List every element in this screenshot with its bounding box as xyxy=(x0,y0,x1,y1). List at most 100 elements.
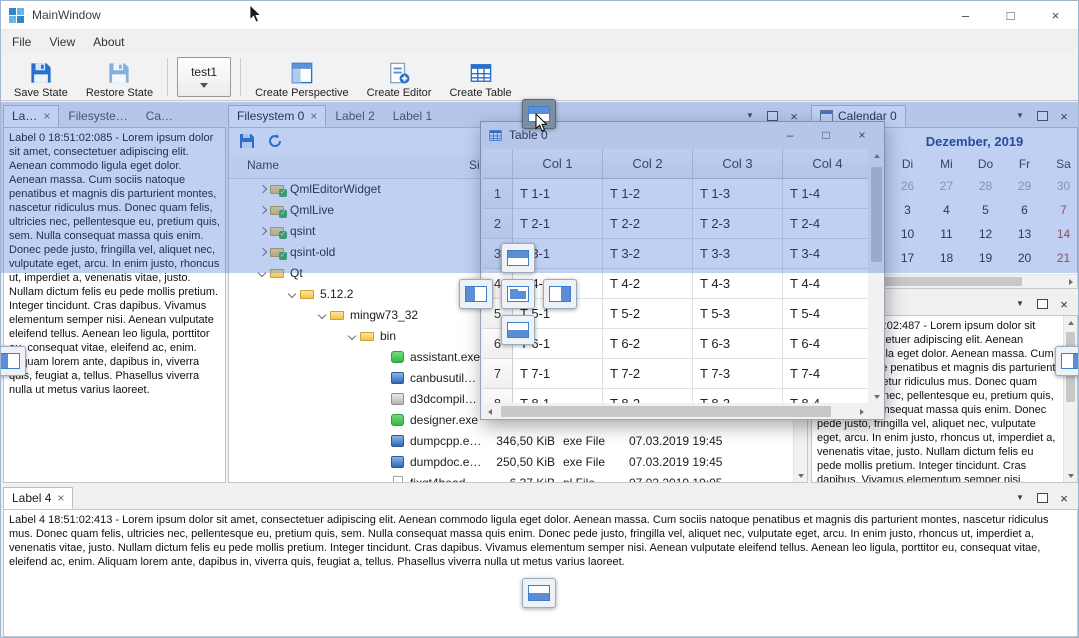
dock-bottom-icon xyxy=(528,585,550,601)
float-button[interactable] xyxy=(1035,491,1049,505)
table-cell[interactable]: T 6-2 xyxy=(603,329,693,359)
file-icon xyxy=(389,349,406,365)
scroll-right-icon[interactable] xyxy=(860,409,864,415)
file-icon xyxy=(389,370,406,386)
scrollbar-thumb[interactable] xyxy=(882,277,1022,286)
scroll-down-icon[interactable] xyxy=(798,474,804,478)
table-cell[interactable]: T 6-4 xyxy=(783,329,868,359)
scroll-left-icon[interactable] xyxy=(488,409,492,415)
create-table-button[interactable]: Create Table xyxy=(440,55,520,99)
scroll-up-icon[interactable] xyxy=(1068,321,1074,325)
scroll-down-icon[interactable] xyxy=(1068,474,1074,478)
save-state-button[interactable]: Save State xyxy=(5,55,77,99)
float-button[interactable] xyxy=(1035,297,1049,311)
float-icon xyxy=(1037,299,1048,309)
drop-indicator-left-edge[interactable] xyxy=(0,346,26,376)
dock-bottom-icon xyxy=(507,322,529,338)
scrollbar-thumb[interactable] xyxy=(501,406,831,417)
window-titlebar[interactable]: MainWindow – □ × xyxy=(1,1,1078,30)
table-cell[interactable]: T 5-4 xyxy=(783,299,868,329)
perspective-combobox[interactable]: test1 xyxy=(177,57,231,97)
restore-state-button[interactable]: Restore State xyxy=(77,55,162,99)
tree-row[interactable]: fixqt4head… 6,37 KiB pl File 07.03.2019 … xyxy=(229,472,793,482)
save-icon xyxy=(30,62,52,84)
tabs-menu-button[interactable]: ▼ xyxy=(1013,297,1027,311)
table-row: 8 T 8-1 T 8-2 T 8-3 T 8-4 xyxy=(483,389,868,403)
file-icon xyxy=(359,328,376,344)
maximize-button[interactable]: □ xyxy=(988,1,1033,29)
drop-indicator-area-center[interactable] xyxy=(501,279,535,309)
drop-indicator-right-edge[interactable] xyxy=(1055,346,1079,376)
drop-indicator-area-bottom[interactable] xyxy=(501,315,535,345)
drop-indicator-area-left[interactable] xyxy=(459,279,493,309)
drag-cursor xyxy=(535,113,547,132)
expander-icon[interactable] xyxy=(377,393,389,405)
expander-icon[interactable] xyxy=(347,330,359,342)
table-hscrollbar[interactable] xyxy=(483,404,868,419)
file-icon xyxy=(329,307,346,323)
file-icon xyxy=(389,454,406,470)
table-cell[interactable]: T 4-4 xyxy=(783,269,868,299)
tab-label-4[interactable]: Label 4 × xyxy=(3,487,73,509)
menu-item[interactable]: View xyxy=(40,35,84,49)
create-perspective-button[interactable]: Create Perspective xyxy=(246,55,358,99)
drop-indicator-area-top[interactable] xyxy=(501,243,535,273)
file-icon xyxy=(299,286,316,302)
drop-indicator-area-right[interactable] xyxy=(543,279,577,309)
tabs-menu-button[interactable]: ▼ xyxy=(1013,491,1027,505)
tree-row[interactable]: dumpcpp.e… 346,50 KiB exe File 07.03.201… xyxy=(229,430,793,451)
dock-label4: Label 4 × ▼ × Label 4 18:51:02:413 - Lor… xyxy=(3,487,1078,637)
table-cell[interactable]: T 4-2 xyxy=(603,269,693,299)
drop-indicator-bottom-edge[interactable] xyxy=(522,578,556,608)
expander-icon[interactable] xyxy=(377,414,389,426)
minimize-button[interactable]: – xyxy=(943,1,988,29)
toolbar-separator xyxy=(240,58,241,96)
close-dock-button[interactable]: × xyxy=(1057,297,1071,311)
dock-left-icon xyxy=(0,353,20,369)
table-cell[interactable]: T 5-2 xyxy=(603,299,693,329)
table-cell[interactable]: T 7-4 xyxy=(783,359,868,389)
expander-icon[interactable] xyxy=(377,477,389,483)
menu-item[interactable]: File xyxy=(3,35,40,49)
table-cell[interactable]: T 5-3 xyxy=(693,299,783,329)
label5-vscrollbar[interactable] xyxy=(1063,316,1077,482)
table-row-header[interactable]: 8 xyxy=(483,389,513,403)
expander-icon[interactable] xyxy=(377,351,389,363)
menubar: FileViewAbout xyxy=(1,30,1078,53)
table-cell[interactable]: T 8-3 xyxy=(693,389,783,403)
expander-icon[interactable] xyxy=(377,435,389,447)
table-cell[interactable]: T 4-3 xyxy=(693,269,783,299)
menu-item[interactable]: About xyxy=(84,35,133,49)
file-icon xyxy=(389,391,406,407)
table-row-header[interactable]: 7 xyxy=(483,359,513,389)
close-dock-button[interactable]: × xyxy=(1057,491,1071,505)
dock-top-icon xyxy=(507,250,529,266)
label4-text: Label 4 18:51:02:413 - Lorem ipsum dolor… xyxy=(4,510,1077,636)
close-button[interactable]: × xyxy=(1033,1,1078,29)
table-cell[interactable]: T 8-1 xyxy=(513,389,603,403)
scrollbar-corner xyxy=(869,404,884,419)
editor-icon xyxy=(388,62,410,84)
table-cell[interactable]: T 8-2 xyxy=(603,389,693,403)
tree-row[interactable]: dumpdoc.e… 250,50 KiB exe File 07.03.201… xyxy=(229,451,793,472)
table-cell[interactable]: T 7-3 xyxy=(693,359,783,389)
tab-close-icon[interactable]: × xyxy=(57,491,64,505)
dock-center-icon xyxy=(507,286,529,302)
expander-icon[interactable] xyxy=(377,372,389,384)
scroll-down-icon[interactable] xyxy=(874,395,880,399)
expander-icon[interactable] xyxy=(287,288,299,300)
table-cell[interactable]: T 7-1 xyxy=(513,359,603,389)
table-cell[interactable]: T 6-3 xyxy=(693,329,783,359)
toolbar-separator xyxy=(167,58,168,96)
dock-right-icon xyxy=(1061,353,1079,369)
table-cell[interactable]: T 8-4 xyxy=(783,389,868,403)
label4-tabbar: Label 4 × ▼ × xyxy=(3,487,1078,509)
scroll-right-icon[interactable] xyxy=(1069,279,1073,285)
expander-icon[interactable] xyxy=(317,309,329,321)
dock-titlebar-buttons: ▼ × xyxy=(1013,491,1078,509)
table-cell[interactable]: T 7-2 xyxy=(603,359,693,389)
dock-titlebar-buttons: ▼ × xyxy=(1013,297,1078,315)
expander-icon[interactable] xyxy=(377,456,389,468)
app-icon xyxy=(9,8,24,23)
create-editor-button[interactable]: Create Editor xyxy=(358,55,441,99)
